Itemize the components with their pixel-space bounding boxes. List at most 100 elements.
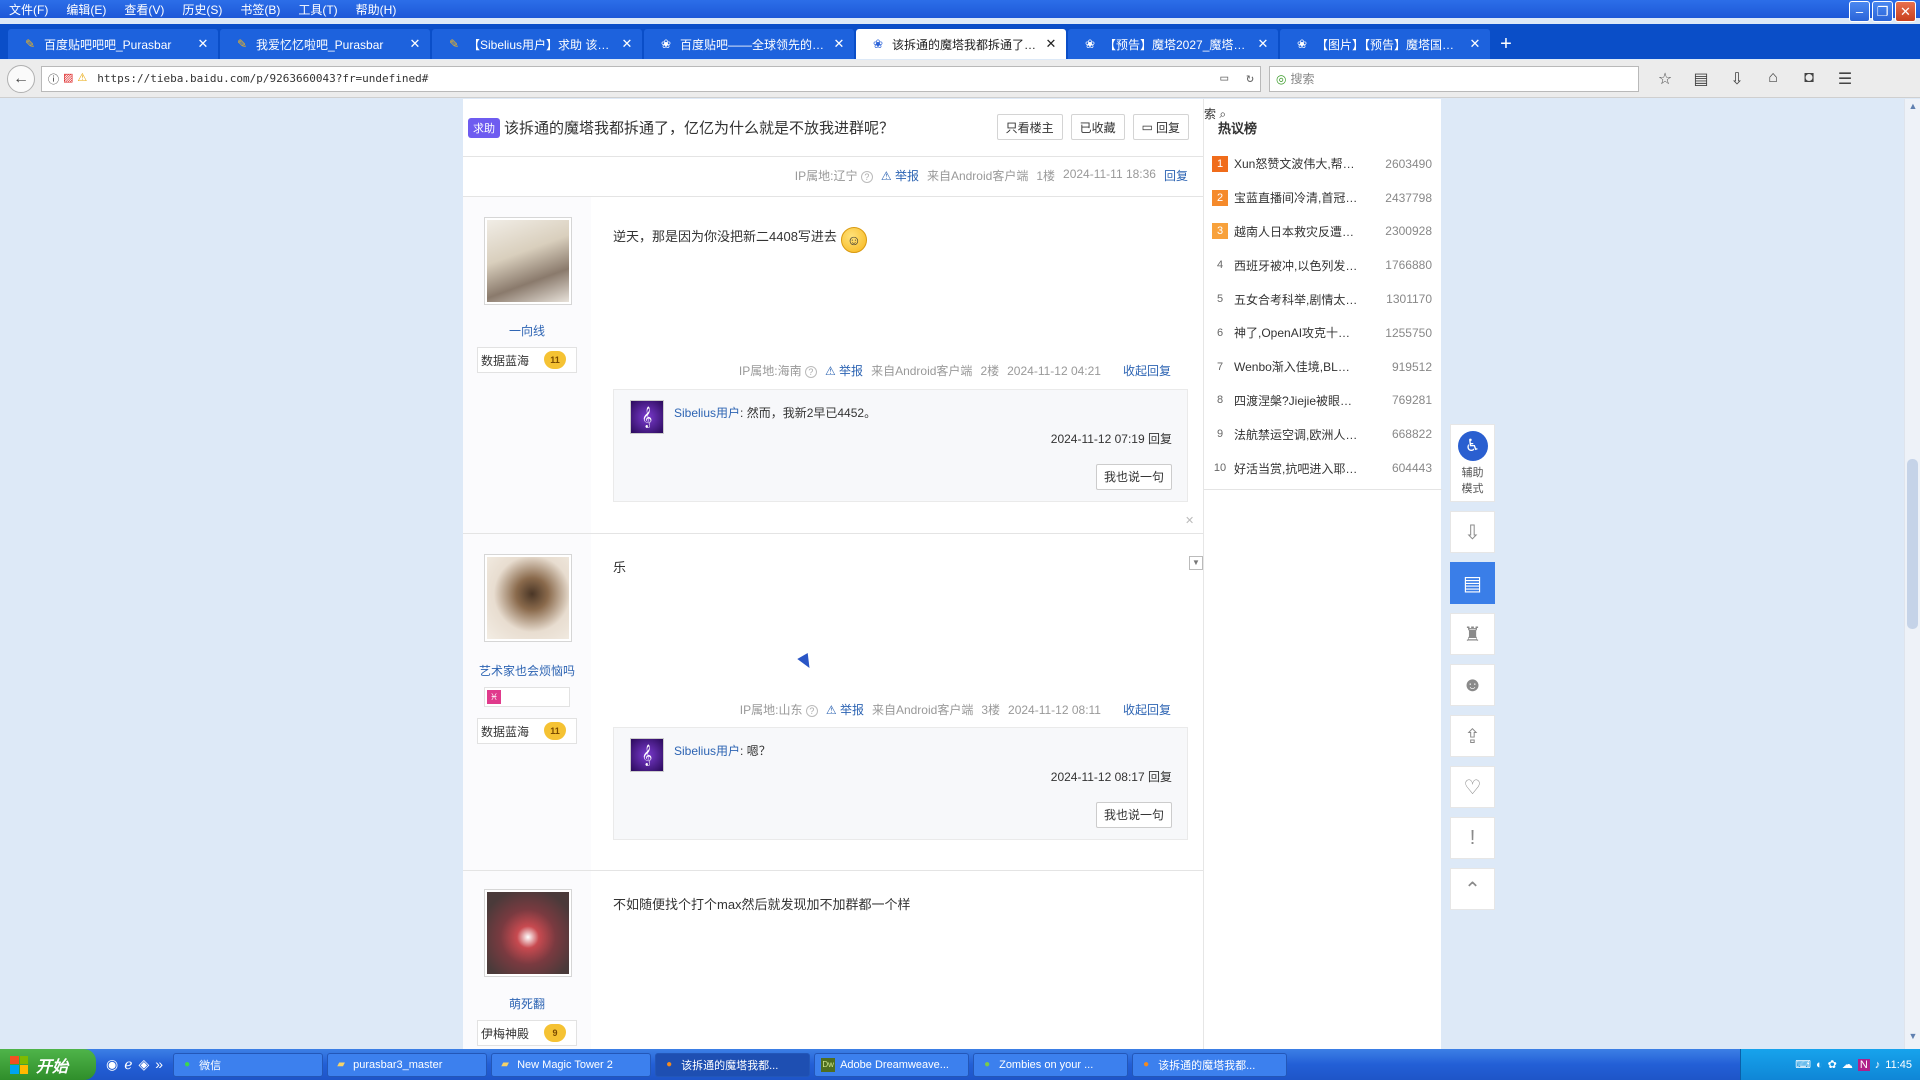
say-something-button[interactable]: 我也说一句	[1096, 464, 1172, 490]
back-icon[interactable]: ←	[7, 64, 35, 93]
menu-help[interactable]: 帮助(H)	[347, 1, 406, 18]
restore-icon[interactable]: ❐	[1872, 1, 1893, 22]
page-scrollbar[interactable]: ▲ ▼	[1904, 99, 1920, 1049]
collapse-replies-link[interactable]: 收起回复	[1123, 362, 1171, 379]
username[interactable]: 一向线	[463, 322, 591, 339]
new-tab-icon[interactable]: +	[1492, 29, 1520, 59]
report-link[interactable]: ⚠ 举报	[825, 362, 863, 379]
pocket-icon[interactable]: ◘	[1791, 69, 1827, 89]
sibelius-avatar-icon[interactable]: 𝄞	[630, 400, 664, 434]
taskbar-item-browser-2[interactable]: ● 该拆通的魔塔我都...	[1132, 1052, 1288, 1077]
taskbar-item-zombies[interactable]: ● Zombies on your ...	[973, 1052, 1129, 1077]
close-tab-icon[interactable]: ✕	[1468, 36, 1482, 52]
report-link[interactable]: ⚠ 举报	[881, 167, 919, 184]
close-window-icon[interactable]: ✕	[1895, 1, 1916, 22]
taskbar-item-folder-1[interactable]: ▰ purasbar3_master	[327, 1052, 488, 1077]
tab-2[interactable]: ✎ 我爱忆忆啦吧_Purasbar ✕	[220, 29, 430, 59]
sub-reply-reply-link[interactable]: 回复	[1148, 432, 1172, 446]
hot-item-9[interactable]: 9 法航禁运空调,欧洲人… 668822	[1212, 417, 1432, 451]
ie-icon[interactable]: ℯ	[124, 1056, 132, 1073]
minimize-icon[interactable]: –	[1849, 1, 1870, 22]
avatar[interactable]	[484, 889, 572, 977]
tab-7[interactable]: ❀ 【图片】【预告】魔塔国… ✕	[1280, 29, 1490, 59]
help-icon[interactable]: ?	[804, 366, 817, 378]
close-tab-icon[interactable]: ✕	[620, 36, 634, 52]
app-download-icon[interactable]: ⇩	[1450, 511, 1495, 553]
menu-bookmarks[interactable]: 书签(B)	[231, 1, 289, 18]
hot-item-8[interactable]: 8 四渡涅槃?Jiejie被眼… 769281	[1212, 384, 1432, 418]
hot-item-4[interactable]: 4 西班牙被冲,以色列发… 1766880	[1212, 248, 1432, 282]
member-badge[interactable]: 数据蓝海 11	[477, 718, 577, 744]
tab-3[interactable]: ✎ 【Sibelius用户】求助 该… ✕	[432, 29, 642, 59]
qq-icon[interactable]: ✿	[1828, 1058, 1837, 1071]
avatar[interactable]	[484, 554, 572, 642]
close-tab-icon[interactable]: ✕	[1256, 36, 1270, 52]
home-icon[interactable]: ⌂	[1755, 69, 1791, 89]
post-options-icon[interactable]: ▼	[1189, 556, 1203, 570]
app-icon[interactable]: ◈	[139, 1056, 150, 1073]
avatar[interactable]	[484, 217, 572, 305]
assist-mode-button[interactable]: ♿ 辅助 模式	[1450, 424, 1495, 502]
bookmark-star-icon[interactable]: ☆	[1647, 69, 1683, 89]
close-icon[interactable]: ✕	[1185, 514, 1194, 527]
back-to-top-icon[interactable]: ⌃	[1450, 868, 1495, 910]
chevron-right-icon[interactable]: »	[155, 1056, 163, 1073]
sibelius-avatar-icon[interactable]: 𝄞	[630, 738, 664, 772]
sub-reply-user[interactable]: Sibelius用户	[674, 744, 740, 758]
share-icon[interactable]: ⇪	[1450, 715, 1495, 757]
network-icon[interactable]: ☁	[1842, 1058, 1853, 1071]
reply-button[interactable]: ▭ 回复	[1132, 114, 1189, 140]
scroll-up-icon[interactable]: ▲	[1905, 101, 1920, 117]
sub-reply-user[interactable]: Sibelius用户	[674, 406, 740, 420]
help-icon[interactable]: ?	[805, 705, 818, 717]
hot-item-2[interactable]: 2 宝蓝直播间冷清,首冠… 2437798	[1212, 181, 1432, 215]
download-icon[interactable]: ⇩	[1719, 69, 1755, 89]
taskbar-item-folder-2[interactable]: ▰ New Magic Tower 2	[491, 1052, 652, 1077]
hot-item-5[interactable]: 5 五女合考科举,剧情太… 1301170	[1212, 282, 1432, 316]
hot-item-7[interactable]: 7 Wenbo渐入佳境,BL… 919512	[1212, 350, 1432, 384]
feedback-icon[interactable]: !	[1450, 817, 1495, 859]
close-tab-icon[interactable]: ✕	[408, 36, 422, 52]
menu-file[interactable]: 文件(F)	[0, 1, 57, 18]
only-op-button[interactable]: 只看楼主	[996, 114, 1063, 140]
close-tab-icon[interactable]: ✕	[1044, 36, 1058, 52]
hot-item-1[interactable]: 1 Xun怒赞文波伟大,帮… 2603490	[1212, 147, 1432, 181]
library-icon[interactable]: ▤	[1683, 69, 1719, 89]
tab-5-active[interactable]: ❀ 该拆通的魔塔我都拆通了… ✕	[856, 29, 1066, 59]
tab-6[interactable]: ❀ 【预告】魔塔2027_魔塔吧… ✕	[1068, 29, 1278, 59]
magic-hat-icon[interactable]: ♜	[1450, 613, 1495, 655]
member-badge[interactable]: 伊梅神殿 9	[477, 1020, 577, 1046]
scroll-down-icon[interactable]: ▼	[1905, 1031, 1920, 1047]
scroll-thumb[interactable]	[1907, 459, 1918, 629]
favorited-button[interactable]: 已收藏	[1070, 114, 1125, 140]
site-info-icons[interactable]: ⓘ ▨ ⚠	[48, 71, 87, 87]
taskbar-item-dreamweaver[interactable]: Dw Adobe Dreamweave...	[814, 1052, 970, 1077]
keyboard-icon[interactable]: ⌨	[1795, 1058, 1811, 1071]
taskbar-item-wechat[interactable]: ● 微信	[173, 1052, 324, 1077]
close-tab-icon[interactable]: ✕	[832, 36, 846, 52]
hot-item-6[interactable]: 6 神了,OpenAI攻克十… 1255750	[1212, 316, 1432, 350]
reader-view-icon[interactable]: ▭	[1220, 71, 1228, 86]
search-box[interactable]: ◎ 搜索	[1269, 65, 1639, 92]
hot-item-10[interactable]: 10 好活当赏,抗吧进入耶… 604443	[1212, 451, 1432, 485]
member-badge[interactable]: 数据蓝海 11	[477, 347, 577, 373]
onenote-icon[interactable]: N	[1857, 1058, 1870, 1071]
menu-view[interactable]: 查看(V)	[115, 1, 173, 18]
collapse-replies-link[interactable]: 收起回复	[1123, 701, 1171, 718]
tab-1[interactable]: ✎ 百度贴吧吧吧_Purasbar ✕	[8, 29, 218, 59]
chat-icon[interactable]: ▤	[1450, 562, 1495, 604]
volume-icon[interactable]: ♪	[1875, 1059, 1881, 1071]
menu-tools[interactable]: 工具(T)	[289, 1, 346, 18]
hamburger-menu-icon[interactable]: ☰	[1827, 69, 1863, 89]
desktop-icon[interactable]: ◉	[106, 1056, 118, 1073]
mascot-icon[interactable]: ☻	[1450, 664, 1495, 706]
reply-link[interactable]: 回复	[1164, 167, 1188, 184]
menu-history[interactable]: 历史(S)	[173, 1, 231, 18]
username[interactable]: 艺术家也会烦恼吗	[463, 662, 591, 679]
report-link[interactable]: ⚠ 举报	[826, 701, 864, 718]
like-icon[interactable]: ♡	[1450, 766, 1495, 808]
help-icon[interactable]: ?	[860, 171, 873, 183]
menu-edit[interactable]: 编辑(E)	[57, 1, 115, 18]
username[interactable]: 萌死翻	[463, 995, 591, 1012]
input-method-icon[interactable]: ◐	[1816, 1059, 1823, 1071]
